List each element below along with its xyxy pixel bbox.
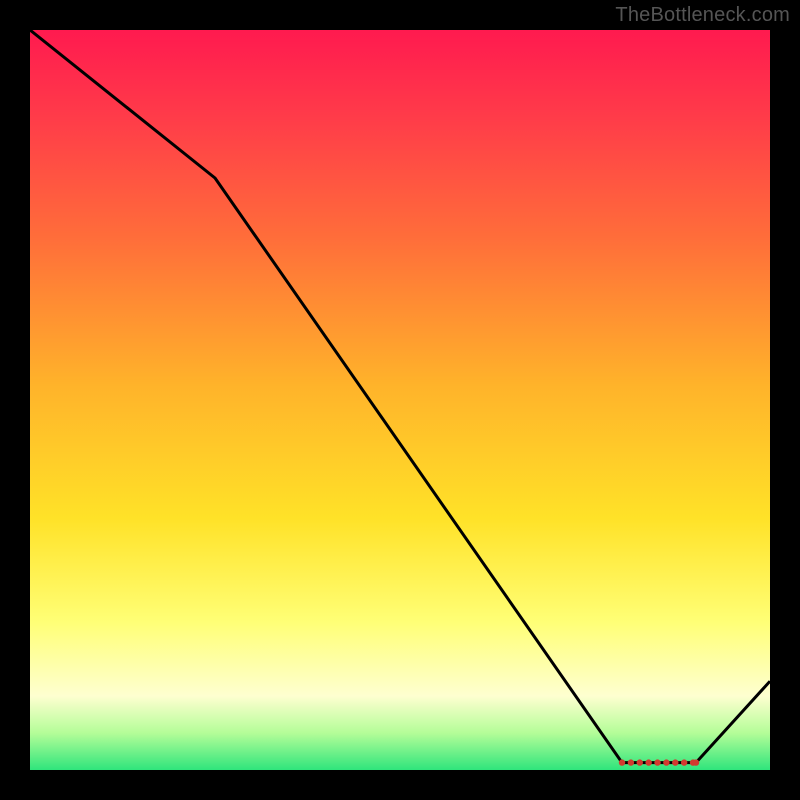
- marker-dot: [637, 759, 643, 765]
- plot-area: [30, 30, 770, 770]
- marker-dot: [628, 759, 634, 765]
- chart-container: TheBottleneck.com: [0, 0, 800, 800]
- marker-dot: [693, 759, 699, 765]
- marker-dot: [645, 759, 651, 765]
- marker-dot: [619, 759, 625, 765]
- marker-dot: [681, 759, 687, 765]
- marker-dot: [654, 759, 660, 765]
- line-overlay: [30, 30, 770, 770]
- marker-dot: [672, 759, 678, 765]
- watermark-text: TheBottleneck.com: [615, 4, 790, 27]
- marker-dot: [663, 759, 669, 765]
- series-line: [30, 30, 770, 763]
